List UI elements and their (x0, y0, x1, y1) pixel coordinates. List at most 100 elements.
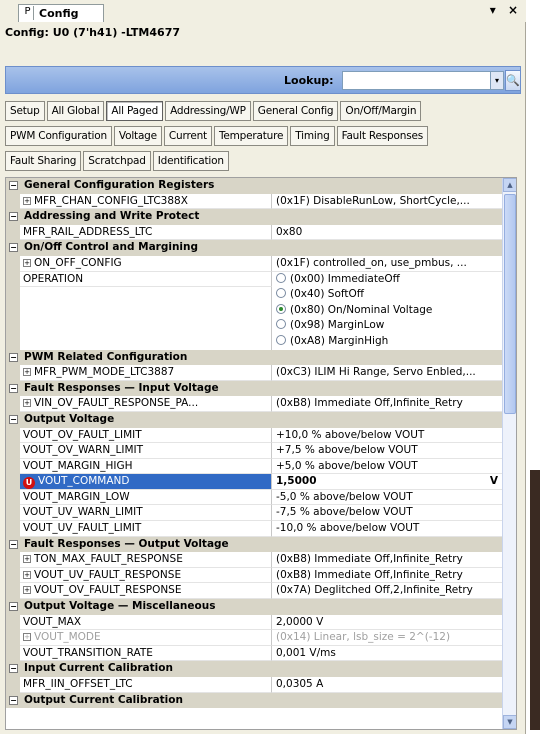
property-row-operation-option[interactable]: OPERATION (0x00) ImmediateOff (6, 271, 502, 288)
property-value[interactable]: 0,0305 A (272, 677, 502, 693)
button-on-off-margin[interactable]: On/Off/Margin (340, 101, 422, 121)
button-fault-sharing[interactable]: Fault Sharing (5, 151, 82, 171)
property-row[interactable]: + MFR_PWM_MODE_LTC3887 (0xC3) ILIM Hi Rang… (6, 365, 502, 381)
category-row[interactable]: − Input Current Calibration (6, 661, 502, 677)
expand-icon[interactable]: + (23, 399, 31, 408)
property-row[interactable]: + TON_MAX_FAULT_RESPONSE (0xB8) Immediate … (6, 552, 502, 568)
property-value[interactable]: (0x14) Linear, lsb_size = 2^(-12) (272, 630, 502, 646)
radio-button[interactable] (276, 334, 286, 345)
scroll-up-icon[interactable]: ▲ (503, 178, 516, 192)
property-row[interactable]: + VOUT_UV_FAULT_RESPONSE (0xB8) Immediate … (6, 567, 502, 584)
scroll-down-icon[interactable]: ▼ (503, 715, 516, 729)
property-value[interactable]: 0,001 V/ms (272, 646, 502, 662)
category-row[interactable]: − PWM Related Configuration (6, 349, 502, 366)
collapse-icon[interactable]: − (9, 383, 18, 393)
property-row[interactable]: + VOUT_MODE (0x14) Linear, lsb_size = 2^(-… (6, 630, 502, 646)
expand-icon[interactable]: + (23, 555, 31, 564)
lookup-input[interactable] (342, 71, 492, 90)
category-row[interactable]: − Output Voltage — Miscellaneous (6, 599, 502, 615)
category-row[interactable]: − Fault Responses — Output Voltage (6, 536, 502, 553)
collapse-icon[interactable]: − (9, 414, 18, 424)
property-row[interactable]: VOUT_OV_FAULT_LIMIT +10,0 % above/below V… (6, 427, 502, 444)
radio-button[interactable] (276, 288, 286, 299)
pin-menu-icon[interactable]: ▾ (490, 3, 496, 17)
property-value[interactable]: +10,0 % above/below VOUT (272, 428, 502, 444)
property-value[interactable]: (0x1F) controlled_on, use_pmbus, ... (272, 256, 502, 272)
search-icon[interactable]: 🔍 (505, 70, 521, 91)
button-current[interactable]: Current (163, 126, 212, 146)
category-row[interactable]: − Output Voltage (6, 411, 502, 428)
collapse-icon[interactable]: − (9, 664, 18, 674)
category-row[interactable]: − Fault Responses — Input Voltage (6, 380, 502, 397)
button-voltage[interactable]: Voltage (113, 126, 162, 146)
property-value[interactable]: (0xC3) ILIM Hi Range, Servo Enbled,... (272, 365, 502, 381)
property-row[interactable]: MFR_IIN_OFFSET_LTC 0,0305 A (6, 677, 502, 693)
property-value[interactable]: 0x80 (272, 225, 502, 241)
expand-icon[interactable]: + (23, 586, 31, 595)
collapse-icon[interactable]: − (9, 695, 18, 705)
property-value[interactable]: +7,5 % above/below VOUT (272, 443, 502, 459)
property-value[interactable]: -10,0 % above/below VOUT (272, 521, 502, 537)
property-row-operation-option[interactable]: (0x40) SoftOff (6, 287, 502, 303)
category-row[interactable]: − On/Off Control and Margining (6, 240, 502, 256)
property-row[interactable]: VOUT_OV_WARN_LIMIT +7,5 % above/below VOU… (6, 443, 502, 459)
button-setup[interactable]: Setup (5, 101, 45, 121)
collapse-icon[interactable]: − (9, 243, 18, 253)
radio-option[interactable]: (0x80) On/Nominal Voltage (272, 303, 502, 319)
category-row[interactable]: − Output Current Calibration (6, 692, 502, 709)
property-row[interactable]: VOUT_UV_WARN_LIMIT -7,5 % above/below VOU… (6, 505, 502, 522)
button-timing[interactable]: Timing (290, 126, 335, 146)
collapse-icon[interactable]: − (9, 212, 18, 222)
button-addressing-wp[interactable]: Addressing/WP (165, 101, 251, 121)
expand-icon[interactable]: + (23, 368, 31, 377)
button-fault-responses[interactable]: Fault Responses (336, 126, 428, 146)
property-value[interactable]: +5,0 % above/below VOUT (272, 459, 502, 475)
expand-icon[interactable]: + (23, 196, 31, 205)
property-row-selected[interactable]: U VOUT_COMMAND 1,5000 V (6, 474, 502, 490)
property-value[interactable]: (0x1F) DisableRunLow, ShortCycle,... (272, 194, 502, 210)
value-dropdown-icon[interactable]: V (490, 474, 498, 489)
property-row[interactable]: VOUT_UV_FAULT_LIMIT -10,0 % above/below V… (6, 521, 502, 537)
radio-option[interactable]: (0x98) MarginLow (272, 318, 502, 334)
collapse-icon[interactable]: − (9, 352, 18, 362)
button-all-paged[interactable]: All Paged (106, 101, 164, 121)
property-value[interactable]: (0x7A) Deglitched Off,2,Infinite_Retry (272, 583, 502, 600)
button-all-global[interactable]: All Global (46, 101, 105, 121)
property-value[interactable]: -7,5 % above/below VOUT (272, 505, 502, 522)
property-value[interactable]: -5,0 % above/below VOUT (272, 490, 502, 506)
property-row[interactable]: + MFR_CHAN_CONFIG_LTC388X (0x1F) DisableRu… (6, 193, 502, 210)
property-value[interactable]: (0xB8) Immediate Off,Infinite_Retry (272, 396, 502, 412)
scrollbar-thumb[interactable] (504, 194, 516, 414)
category-row[interactable]: − General Configuration Registers (6, 178, 502, 194)
property-row[interactable]: VOUT_TRANSITION_RATE 0,001 V/ms (6, 645, 502, 662)
button-scratchpad[interactable]: Scratchpad (83, 151, 151, 171)
property-value[interactable]: (0xB8) Immediate Off,Infinite_Retry (272, 568, 502, 584)
property-row[interactable]: + VOUT_OV_FAULT_RESPONSE (0x7A) Deglitched… (6, 583, 502, 600)
close-icon[interactable]: × (508, 3, 518, 17)
property-value[interactable]: 1,5000 (272, 474, 502, 490)
radio-button[interactable] (276, 272, 286, 283)
expand-icon[interactable]: + (23, 570, 31, 579)
radio-option[interactable]: (0x00) ImmediateOff (272, 272, 502, 288)
category-row[interactable]: − Addressing and Write Protect (6, 209, 502, 225)
radio-option[interactable]: (0x40) SoftOff (272, 287, 502, 303)
expand-icon[interactable]: + (23, 258, 31, 267)
button-general-config[interactable]: General Config (252, 101, 339, 121)
button-temperature[interactable]: Temperature (213, 126, 289, 146)
property-value[interactable]: 2,0000 V (272, 615, 502, 631)
collapse-icon[interactable]: − (9, 539, 18, 549)
property-row-operation-option[interactable]: (0xA8) MarginHigh (6, 333, 502, 350)
radio-option[interactable]: (0xA8) MarginHigh (272, 334, 502, 350)
tab-config[interactable]: P Config (18, 4, 104, 22)
property-row[interactable]: + VIN_OV_FAULT_RESPONSE_PA... (0xB8) Immed… (6, 396, 502, 412)
property-row[interactable]: + ON_OFF_CONFIG (0x1F) controlled_on, use_… (6, 255, 502, 272)
collapse-icon[interactable]: − (9, 181, 18, 190)
vertical-scrollbar[interactable]: ▲ ▼ (502, 178, 516, 729)
button-pwm-configuration[interactable]: PWM Configuration (5, 126, 112, 146)
property-row-operation-option[interactable]: (0x80) On/Nominal Voltage (6, 302, 502, 319)
property-row[interactable]: VOUT_MAX 2,0000 V (6, 614, 502, 631)
button-identification[interactable]: Identification (152, 151, 229, 171)
expand-icon[interactable]: + (23, 633, 31, 642)
property-row-operation-option[interactable]: (0x98) MarginLow (6, 318, 502, 334)
property-row[interactable]: VOUT_MARGIN_LOW -5,0 % above/below VOUT (6, 489, 502, 506)
